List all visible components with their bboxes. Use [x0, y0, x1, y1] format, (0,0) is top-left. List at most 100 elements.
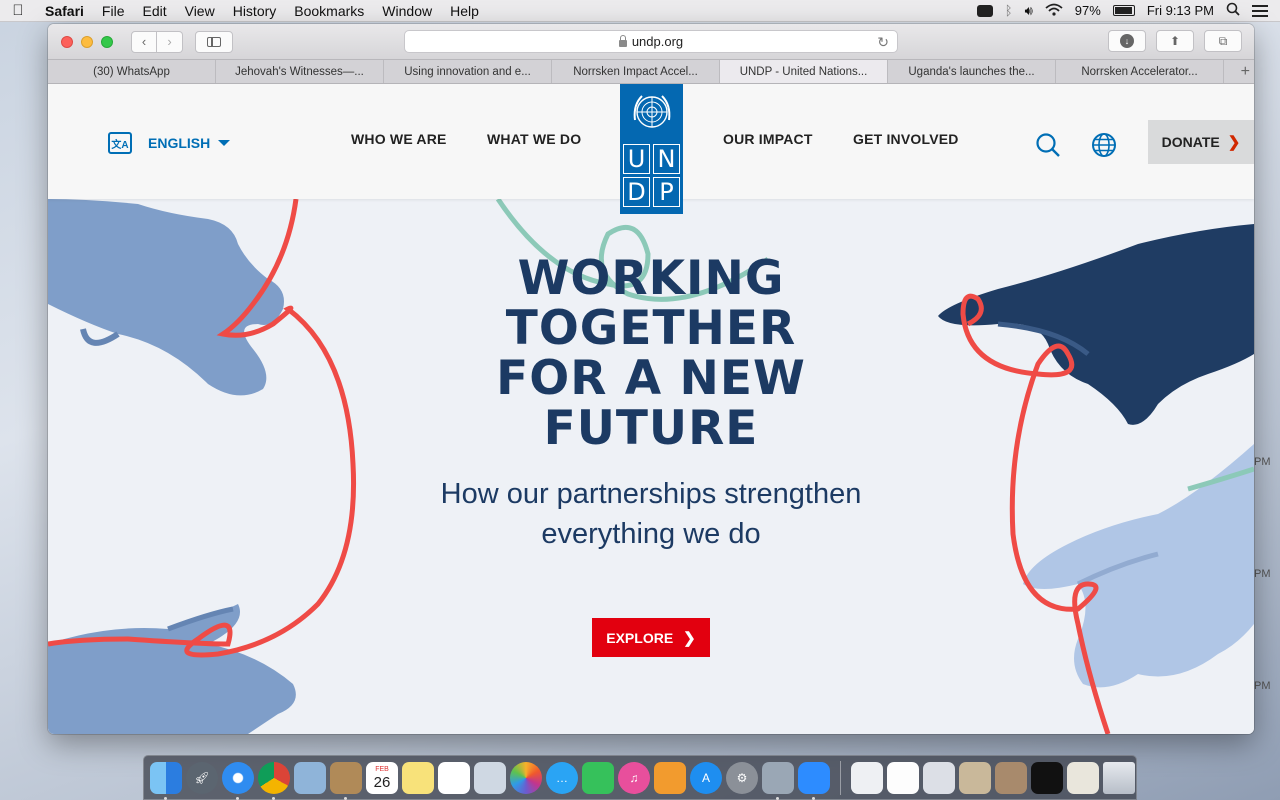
itunes-icon[interactable]: ♫ [618, 761, 650, 794]
nav-what-we-do[interactable]: WHAT WE DO [487, 131, 581, 147]
trash-icon[interactable] [1103, 761, 1135, 794]
system-preferences-icon[interactable]: ⚙ [726, 761, 758, 794]
download-icon: ↓ [1120, 34, 1134, 48]
fullscreen-window-button[interactable] [101, 35, 113, 48]
menu-view[interactable]: View [176, 3, 224, 19]
address-bar[interactable]: undp.org ↻ [404, 30, 898, 53]
battery-percent: 97% [1074, 3, 1101, 18]
menu-file[interactable]: File [93, 3, 134, 19]
image-capture-icon[interactable] [762, 761, 794, 800]
downloads-button[interactable]: ↓ [1108, 30, 1146, 52]
zoom-status-icon[interactable] [976, 4, 993, 17]
chevron-right-icon: ❯ [683, 629, 696, 647]
sidebar-icon [207, 36, 221, 47]
menu-edit[interactable]: Edit [133, 3, 175, 19]
tab-overview-button[interactable]: ⧉ [1204, 30, 1242, 52]
tab-bar: (30) WhatsApp Jehovah's Witnesses—... Us… [48, 60, 1254, 84]
screenshot-3-icon[interactable] [959, 761, 991, 794]
screenshot-1-icon[interactable] [887, 761, 919, 794]
photos-icon[interactable] [510, 761, 542, 794]
tab-norrsken-accelerator[interactable]: Norrsken Accelerator... [1056, 60, 1224, 83]
reload-icon[interactable]: ↻ [877, 34, 889, 51]
screenshot-2-icon[interactable] [923, 761, 955, 794]
subheading-line: everything we do [541, 518, 761, 550]
history-nav: ‹ › [131, 30, 183, 53]
share-icon: ⬆︎ [1169, 34, 1181, 48]
browser-toolbar: ‹ › undp.org ↻ ↓ ⬆︎ ⧉ [48, 24, 1254, 60]
tabs-icon: ⧉ [1218, 33, 1228, 48]
menu-history[interactable]: History [224, 3, 286, 19]
contacts-icon[interactable] [330, 761, 362, 800]
finder-icon[interactable] [150, 761, 182, 800]
app-store-icon[interactable]: A [690, 761, 722, 794]
bluetooth-icon[interactable]: ᛒ [1005, 3, 1013, 18]
explore-label: EXPLORE [606, 629, 674, 646]
headline-line: WORKING [517, 251, 785, 306]
donate-button[interactable]: DONATE ❯ [1148, 120, 1254, 164]
url-text: undp.org [631, 34, 684, 49]
tab-undp[interactable]: UNDP - United Nations... [720, 60, 888, 83]
hero-subheading: How our partnerships strengthen everythi… [376, 474, 926, 554]
menu-bookmarks[interactable]: Bookmarks [285, 3, 373, 19]
undp-logo[interactable]: U N D P [620, 84, 683, 214]
nav-who-we-are[interactable]: WHO WE ARE [351, 131, 447, 147]
web-page: 文A ENGLISH WHO WE ARE WHAT WE DO OUR IMP… [48, 84, 1254, 734]
spotlight-search-icon[interactable] [1226, 2, 1240, 19]
headline-line: FOR A NEW [496, 351, 806, 406]
dock-separator [840, 760, 841, 795]
sidebar-toggle-button[interactable] [195, 30, 233, 53]
screenshot-6-icon[interactable] [1067, 761, 1099, 794]
ibooks-icon[interactable] [654, 761, 686, 794]
menu-help[interactable]: Help [441, 3, 488, 19]
logo-letter: U [623, 144, 650, 174]
messages-icon[interactable]: … [546, 761, 578, 794]
search-icon[interactable] [1035, 132, 1061, 163]
launchpad-icon[interactable]: 🚀︎ [186, 761, 218, 794]
photo-viewer-icon[interactable] [474, 761, 506, 794]
language-selector[interactable]: 文A ENGLISH [108, 132, 231, 154]
safari-icon[interactable] [222, 761, 254, 800]
forward-button[interactable]: › [157, 30, 183, 53]
tab-norrsken-impact[interactable]: Norrsken Impact Accel... [552, 60, 720, 83]
logo-letter: P [653, 177, 680, 207]
facetime-icon[interactable] [582, 761, 614, 794]
desktop-label: PM [1254, 456, 1271, 468]
lock-icon [618, 35, 627, 47]
hand-top-left [48, 199, 284, 396]
volume-icon[interactable]: 🔊︎ [1025, 3, 1033, 19]
tab-uganda[interactable]: Uganda's launches the... [888, 60, 1056, 83]
screenshot-4-icon[interactable] [995, 761, 1027, 794]
explore-button[interactable]: EXPLORE ❯ [592, 618, 710, 657]
calendar-icon[interactable]: FEB 26 [366, 761, 398, 794]
tab-using-innovation[interactable]: Using innovation and e... [384, 60, 552, 83]
chrome-icon[interactable] [258, 761, 290, 800]
menu-app-name[interactable]: Safari [36, 3, 93, 19]
un-emblem-icon [633, 95, 670, 128]
plus-icon: + [1240, 62, 1250, 80]
notes-icon[interactable] [402, 761, 434, 794]
close-window-button[interactable] [61, 35, 73, 48]
screenshot-5-icon[interactable] [1031, 761, 1063, 794]
share-button[interactable]: ⬆︎ [1156, 30, 1194, 52]
nav-get-involved[interactable]: GET INVOLVED [853, 131, 959, 147]
tab-jehovahs-witnesses[interactable]: Jehovah's Witnesses—... [216, 60, 384, 83]
preview-icon[interactable] [294, 761, 326, 794]
globe-icon[interactable] [1091, 132, 1117, 163]
minimize-window-button[interactable] [81, 35, 93, 48]
document-icon[interactable] [851, 761, 883, 794]
reminders-icon[interactable] [438, 761, 470, 794]
wifi-icon[interactable] [1045, 3, 1063, 19]
battery-icon[interactable] [1112, 5, 1135, 16]
menu-bar:  Safari File Edit View History Bookmark… [0, 0, 1280, 22]
back-button[interactable]: ‹ [131, 30, 157, 53]
caret-down-icon [218, 140, 231, 146]
clock[interactable]: Fri 9:13 PM [1147, 3, 1214, 18]
headline-line: FUTURE [543, 401, 759, 456]
notification-center-icon[interactable] [1252, 4, 1268, 17]
menu-window[interactable]: Window [373, 3, 441, 19]
tab-whatsapp[interactable]: (30) WhatsApp [48, 60, 216, 83]
apple-menu-icon[interactable]:  [0, 2, 36, 19]
new-tab-button[interactable]: + [1224, 60, 1254, 83]
zoom-icon[interactable] [798, 761, 830, 800]
nav-our-impact[interactable]: OUR IMPACT [723, 131, 813, 147]
